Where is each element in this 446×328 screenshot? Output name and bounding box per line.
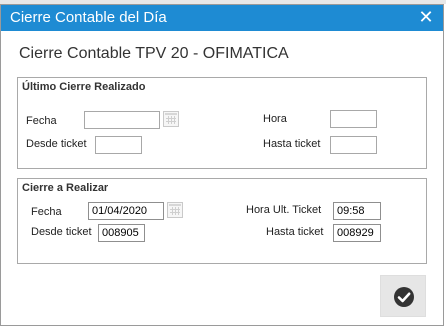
cierre-realizar-legend: Cierre a Realizar bbox=[22, 182, 109, 194]
calendar-icon[interactable] bbox=[163, 111, 179, 127]
window-title: Cierre Contable del Día bbox=[10, 9, 167, 26]
calendar-icon[interactable] bbox=[167, 202, 183, 218]
ultimo-hasta-label: Hasta ticket bbox=[263, 138, 321, 150]
title-bar: Cierre Contable del Día ✕ bbox=[1, 5, 443, 31]
confirm-button[interactable] bbox=[380, 275, 426, 317]
ultimo-desde-field[interactable] bbox=[95, 136, 142, 154]
ultimo-fecha-field[interactable] bbox=[84, 111, 160, 129]
ultimo-desde-label: Desde ticket bbox=[26, 138, 87, 150]
ultimo-hora-field[interactable] bbox=[330, 110, 377, 128]
cierre-contable-dialog: Cierre Contable del Día ✕ Cierre Contabl… bbox=[0, 4, 444, 326]
realizar-hora-label: Hora Ult. Ticket bbox=[246, 204, 322, 216]
ultimo-cierre-legend: Último Cierre Realizado bbox=[22, 81, 146, 93]
ultimo-hora-label: Hora bbox=[263, 113, 287, 125]
ultimo-fecha-label: Fecha bbox=[26, 115, 57, 127]
realizar-fecha-label: Fecha bbox=[31, 206, 62, 218]
realizar-hora-field[interactable]: 09:58 bbox=[333, 202, 381, 220]
page-heading: Cierre Contable TPV 20 - OFIMATICA bbox=[19, 45, 289, 62]
cierre-realizar-group: Cierre a Realizar Fecha 01/04/2020 Hora … bbox=[17, 178, 427, 264]
realizar-fecha-field[interactable]: 01/04/2020 bbox=[88, 202, 164, 220]
realizar-hasta-label: Hasta ticket bbox=[266, 226, 324, 238]
realizar-desde-field[interactable]: 008905 bbox=[98, 224, 145, 242]
checkmark-icon bbox=[394, 287, 414, 307]
close-icon[interactable]: ✕ bbox=[417, 8, 435, 26]
ultimo-cierre-group: Último Cierre Realizado Fecha Hora Desde… bbox=[17, 77, 427, 169]
ultimo-hasta-field[interactable] bbox=[330, 136, 377, 154]
realizar-hasta-field[interactable]: 008929 bbox=[333, 224, 381, 242]
realizar-desde-label: Desde ticket bbox=[31, 226, 92, 238]
